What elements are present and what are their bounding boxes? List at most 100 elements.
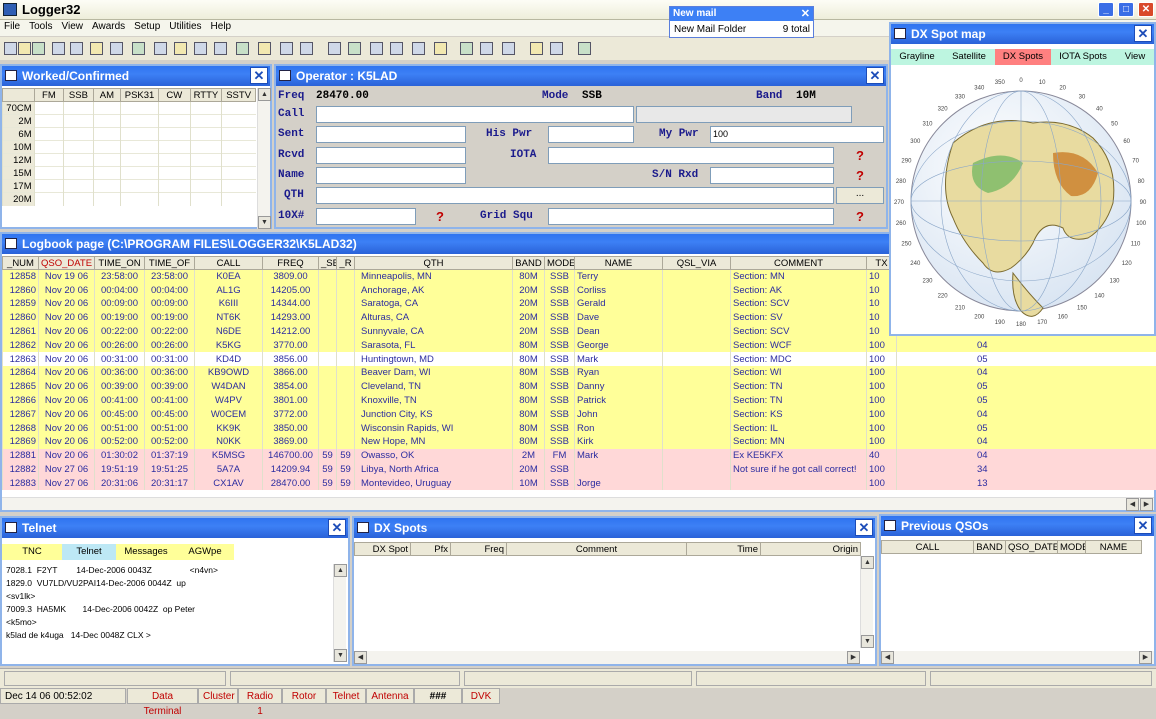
logbook-col-header[interactable]: _NUM — [3, 257, 39, 270]
worked-cell[interactable] — [222, 154, 256, 167]
close-icon[interactable]: ✕ — [801, 7, 810, 20]
worked-scrollbar[interactable]: ▲▼ — [257, 88, 270, 229]
logbook-col-header[interactable]: CALL — [195, 257, 263, 270]
worked-cell[interactable] — [222, 102, 256, 115]
status-indicator[interactable]: Antenna — [366, 688, 414, 704]
worked-cell[interactable] — [93, 128, 120, 141]
status-indicator[interactable]: Radio 1 — [238, 688, 282, 704]
dxspots-scrollbar[interactable]: ▲▼ — [860, 556, 873, 648]
logbook-row[interactable]: 12867Nov 20 0600:45:0000:45:00W0CEM3772.… — [3, 407, 1156, 421]
worked-col-header[interactable]: CW — [159, 89, 191, 102]
logbook-col-header[interactable]: TIME_ON — [95, 257, 145, 270]
worked-cell[interactable] — [190, 102, 222, 115]
dxspots-col-header[interactable]: Comment — [507, 543, 687, 556]
worked-cell[interactable] — [34, 180, 64, 193]
toolbar-tool-5-icon[interactable] — [70, 42, 83, 55]
worked-cell[interactable] — [159, 128, 191, 141]
logbook-row[interactable]: 12883Nov 27 0620:31:0620:31:17CX1AV28470… — [3, 476, 1156, 490]
menu-setup[interactable]: Setup — [130, 20, 165, 32]
worked-cell[interactable] — [93, 154, 120, 167]
logbook-row[interactable]: 12864Nov 20 0600:36:0000:36:00KB9OWD3866… — [3, 366, 1156, 380]
logbook-row[interactable]: 12868Nov 20 0600:51:0000:51:00KK9K3850.0… — [3, 421, 1156, 435]
logbook-col-header[interactable]: BAND — [513, 257, 545, 270]
worked-cell[interactable] — [190, 154, 222, 167]
qth-lookup-button[interactable]: ... — [836, 187, 884, 204]
worked-col-header[interactable]: RTTY — [190, 89, 222, 102]
tab-grayline[interactable]: Grayline — [891, 49, 943, 65]
logbook-row[interactable]: 12862Nov 20 0600:26:0000:26:00K5KG3770.0… — [3, 338, 1156, 352]
dxspots-col-header[interactable]: Pfx — [411, 543, 451, 556]
toolbar-tool-16-icon[interactable] — [300, 42, 313, 55]
worked-cell[interactable] — [64, 180, 94, 193]
worked-cell[interactable] — [222, 141, 256, 154]
toolbar-tool-14-icon[interactable] — [258, 42, 271, 55]
sent-input[interactable] — [316, 126, 466, 143]
status-indicator[interactable]: DVK — [462, 688, 500, 704]
toolbar-tool-17-icon[interactable] — [328, 42, 341, 55]
worked-cell[interactable] — [159, 102, 191, 115]
menu-utilities[interactable]: Utilities — [165, 20, 206, 32]
worked-cell[interactable] — [159, 115, 191, 128]
worked-cell[interactable] — [34, 154, 64, 167]
worked-cell[interactable] — [121, 180, 159, 193]
logbook-col-header[interactable]: TIME_OF — [145, 257, 195, 270]
worked-cell[interactable] — [93, 180, 120, 193]
worked-cell[interactable] — [34, 115, 64, 128]
worked-cell[interactable] — [222, 193, 256, 206]
toolbar-tool-2-icon[interactable] — [18, 42, 31, 55]
toolbar-tool-7-icon[interactable] — [110, 42, 123, 55]
status-indicator[interactable]: Telnet — [326, 688, 366, 704]
worked-cell[interactable] — [190, 193, 222, 206]
tab-dx-spots[interactable]: DX Spots — [995, 49, 1051, 65]
worked-col-header[interactable]: FM — [34, 89, 64, 102]
menu-awards[interactable]: Awards — [88, 20, 130, 32]
toolbar-tool-4-icon[interactable] — [52, 42, 65, 55]
maximize-icon[interactable]: □ — [1118, 2, 1134, 17]
toolbar-tool-18-icon[interactable] — [348, 42, 361, 55]
status-indicator[interactable]: ### — [414, 688, 462, 704]
worked-cell[interactable] — [121, 154, 159, 167]
toolbar-tool-1-icon[interactable] — [4, 42, 17, 55]
worked-cell[interactable] — [64, 141, 94, 154]
worked-cell[interactable] — [121, 102, 159, 115]
menu-file[interactable]: File — [0, 20, 25, 32]
tab-satellite[interactable]: Satellite — [943, 49, 995, 65]
prevqso-col-header[interactable]: MODE — [1058, 541, 1086, 554]
menu-view[interactable]: View — [57, 20, 88, 32]
toolbar-tool-23-icon[interactable] — [460, 42, 473, 55]
menu-tools[interactable]: Tools — [25, 20, 57, 32]
iota-input[interactable] — [548, 147, 834, 164]
dxspots-col-header[interactable]: Freq — [451, 543, 507, 556]
toolbar-tool-15-icon[interactable] — [280, 42, 293, 55]
new-mail-popup[interactable]: New mail ✕ New Mail Folder 9 total — [669, 6, 814, 38]
dx-globe-map[interactable]: 0102030405060708090100110120130140150160… — [893, 68, 1153, 334]
toolbar-tool-9-icon[interactable] — [154, 42, 167, 55]
tab-agwpe[interactable]: AGWpe — [176, 544, 234, 560]
close-icon[interactable]: ✕ — [1138, 2, 1154, 17]
tab-messages[interactable]: Messages — [116, 544, 176, 560]
toolbar-tool-10-icon[interactable] — [174, 42, 187, 55]
logbook-col-header[interactable]: _SE — [319, 257, 337, 270]
toolbar-tool-22-icon[interactable] — [434, 42, 447, 55]
worked-col-header[interactable]: SSB — [64, 89, 94, 102]
worked-cell[interactable] — [93, 193, 120, 206]
name-input[interactable] — [316, 167, 466, 184]
sn-rxd-input[interactable] — [710, 167, 834, 184]
logbook-row[interactable]: 12863Nov 20 0600:31:0000:31:00KD4D3856.0… — [3, 352, 1156, 366]
toolbar-tool-19-icon[interactable] — [370, 42, 383, 55]
logbook-row[interactable]: 12866Nov 20 0600:41:0000:41:00W4PV3801.0… — [3, 394, 1156, 408]
logbook-col-header[interactable]: MODE — [545, 257, 575, 270]
worked-cell[interactable] — [159, 141, 191, 154]
worked-cell[interactable] — [64, 102, 94, 115]
toolbar-tool-6-icon[interactable] — [90, 42, 103, 55]
worked-cell[interactable] — [159, 193, 191, 206]
worked-cell[interactable] — [34, 128, 64, 141]
logbook-row[interactable]: 12865Nov 20 0600:39:0000:39:00W4DAN3854.… — [3, 380, 1156, 394]
close-icon[interactable]: ✕ — [855, 519, 873, 536]
worked-cell[interactable] — [34, 141, 64, 154]
worked-col-header[interactable]: SSTV — [222, 89, 256, 102]
worked-col-header[interactable]: AM — [93, 89, 120, 102]
prevqso-hscrollbar[interactable]: ◀▶ — [881, 651, 1154, 664]
my-pwr-input[interactable]: 100 — [710, 126, 884, 143]
worked-cell[interactable] — [64, 115, 94, 128]
